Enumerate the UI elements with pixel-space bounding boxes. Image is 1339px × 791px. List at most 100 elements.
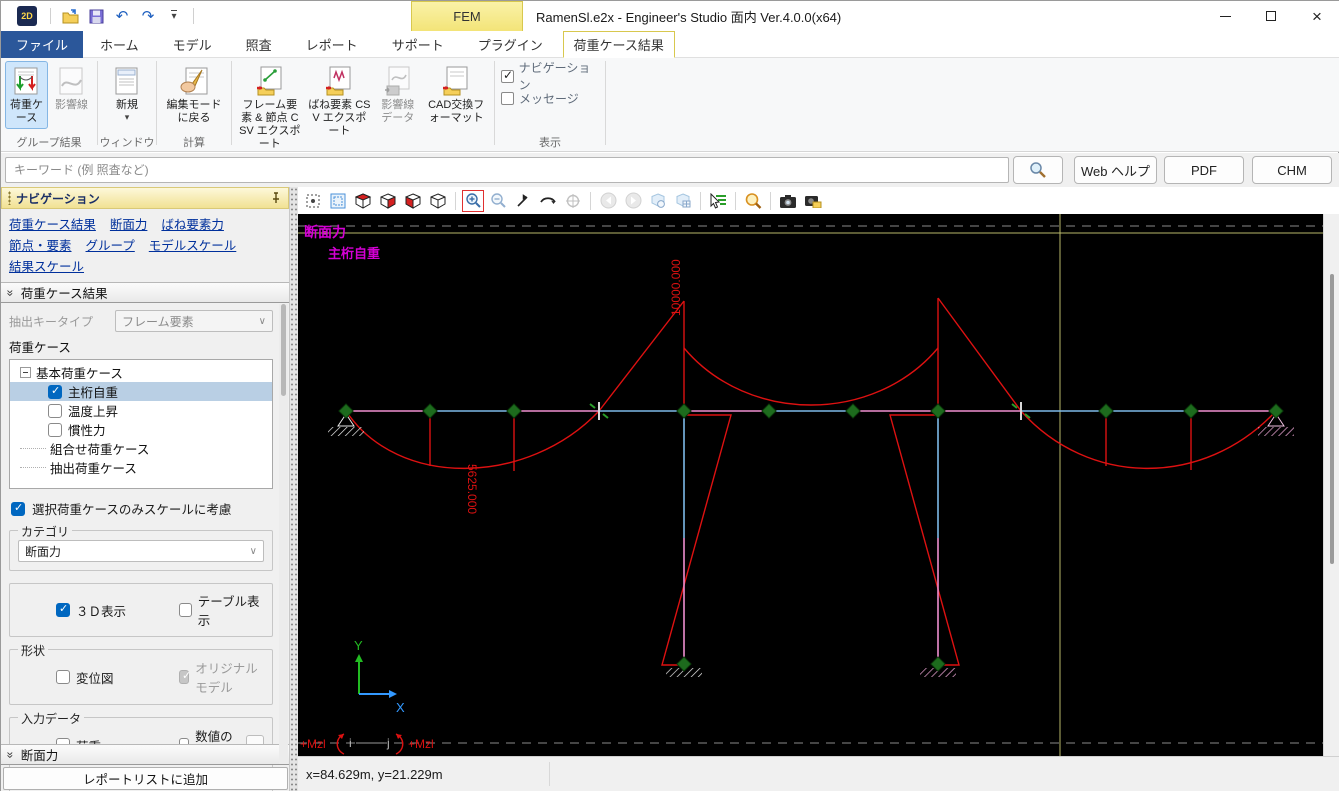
checkbox-unchecked-icon[interactable]	[48, 404, 62, 418]
load-case-button[interactable]: 荷重ケース	[5, 61, 48, 129]
open-icon[interactable]	[60, 6, 80, 26]
search-button[interactable]	[1013, 156, 1063, 184]
frame-csv-export-button[interactable]: フレーム要素 & 節点 CSV エクスポート	[236, 61, 304, 155]
link-load-case-results[interactable]: 荷重ケース結果	[9, 218, 96, 232]
snapshot-save-icon[interactable]	[802, 190, 824, 212]
view-previous-icon	[597, 190, 619, 212]
checkbox-unchecked-icon[interactable]	[48, 423, 62, 437]
navigation-panel-title: ナビゲーション	[16, 190, 270, 207]
rotate-icon[interactable]	[537, 190, 559, 212]
select-region-icon[interactable]	[302, 190, 324, 212]
spring-csv-export-button[interactable]: ばね要素 CSV エクスポート	[306, 61, 374, 142]
status-separator	[549, 762, 550, 786]
span-moment-value: 5625.000	[465, 464, 479, 514]
web-help-button[interactable]: Web ヘルプ	[1074, 156, 1157, 184]
influence-data-icon	[382, 65, 414, 97]
viewer-area: 断面力 主桁自重	[298, 187, 1339, 791]
minimize-button[interactable]	[1202, 1, 1248, 31]
toolbar-separator	[455, 192, 456, 210]
app-icon: 2D	[17, 6, 37, 26]
close-button[interactable]: ×	[1294, 1, 1339, 31]
back-to-edit-mode-button[interactable]: 編集モードに戻る	[161, 61, 227, 129]
axis-y-label: Y	[354, 638, 363, 653]
link-model-scale[interactable]: モデルスケール	[149, 239, 237, 253]
tab-check[interactable]: 照査	[229, 31, 289, 58]
ribbon-group-export: フレーム要素 & 節点 CSV エクスポート ばね要素 CSV エクスポート 影…	[232, 58, 494, 151]
contextual-tab-group: FEM	[411, 1, 523, 31]
new-window-button[interactable]: 新規 ▾	[102, 61, 152, 127]
tab-report[interactable]: レポート	[289, 31, 375, 58]
category-combobox[interactable]: 断面力∨	[18, 540, 264, 562]
tab-load-case-results[interactable]: 荷重ケース結果	[563, 31, 675, 58]
display-3d-checkbox[interactable]: ３Ｄ表示	[18, 601, 141, 620]
canvas-scrollbar[interactable]	[1323, 214, 1339, 756]
axes-triad: Y X	[354, 638, 405, 715]
scale-option-checkbox[interactable]: 選択荷重ケースのみスケールに考慮	[11, 499, 273, 518]
view-cube-ne-icon[interactable]	[402, 190, 424, 212]
link-nodes-elements[interactable]: 節点・要素	[9, 239, 72, 253]
chm-button[interactable]: CHM	[1252, 156, 1332, 184]
tree-item-girder-self-weight[interactable]: 主桁自重	[10, 382, 272, 401]
keyword-search-input[interactable]	[5, 157, 1009, 183]
panel-splitter[interactable]	[290, 187, 298, 791]
section-header-section-force[interactable]: » 断面力	[1, 744, 289, 765]
tree-item-basic-load-cases[interactable]: 基本荷重ケース	[10, 363, 272, 382]
tree-item-temperature-rise[interactable]: 温度上昇	[10, 401, 272, 420]
maximize-button[interactable]	[1248, 1, 1294, 31]
display-table-checkbox[interactable]: テーブル表示	[141, 591, 264, 629]
customize-quick-access-icon[interactable]: ▾	[164, 6, 184, 26]
axis-x-label: X	[396, 700, 405, 715]
group-label: ウィンドウ	[98, 134, 156, 151]
model-canvas[interactable]: 断面力 主桁自重	[298, 214, 1339, 756]
fit-view-icon[interactable]	[327, 190, 349, 212]
redo-icon[interactable]: ↷	[138, 6, 158, 26]
tree-item-inertia-force[interactable]: 慣性力	[10, 420, 272, 439]
panel-scrollbar[interactable]	[279, 304, 288, 764]
pick-result-icon[interactable]	[707, 190, 729, 212]
navigation-checkbox[interactable]: ナビゲーション	[501, 66, 599, 86]
section-header-load-case-results[interactable]: » 荷重ケース結果	[1, 282, 289, 303]
find-in-view-icon[interactable]	[742, 190, 764, 212]
panel-scrollbar-thumb[interactable]	[281, 304, 286, 396]
tab-file[interactable]: ファイル	[1, 31, 83, 58]
link-spring-force[interactable]: ばね要素力	[161, 218, 224, 232]
save-icon[interactable]	[86, 6, 106, 26]
cad-format-button[interactable]: CAD交換フォーマット	[422, 61, 490, 129]
checkbox-checked-icon[interactable]	[48, 385, 62, 399]
pdf-button[interactable]: PDF	[1164, 156, 1244, 184]
zoom-in-icon[interactable]	[462, 190, 484, 212]
tab-plugin[interactable]: プラグイン	[461, 31, 560, 58]
tab-support[interactable]: サポート	[375, 31, 461, 58]
canvas-scrollbar-thumb[interactable]	[1330, 274, 1334, 564]
separator	[50, 8, 51, 24]
group-label: 計算	[157, 134, 231, 151]
link-group[interactable]: グループ	[86, 239, 135, 253]
pin-icon[interactable]	[270, 192, 282, 204]
link-section-force[interactable]: 断面力	[110, 218, 148, 232]
link-result-scale[interactable]: 結果スケール	[9, 260, 84, 274]
tab-home[interactable]: ホーム	[83, 31, 156, 58]
tree-connector	[20, 448, 46, 449]
undo-icon[interactable]: ↶	[112, 6, 132, 26]
title-bar: 2D ↶ ↷ ▾ FEM RamenSl.e2x - Engineer's St…	[1, 1, 1339, 31]
canvas-category-label: 断面力	[304, 224, 346, 240]
tree-item-extract-load-cases[interactable]: 抽出荷重ケース	[10, 458, 272, 477]
tree-item-combined-load-cases[interactable]: 組合せ荷重ケース	[10, 439, 272, 458]
view-cube-wire-icon[interactable]	[427, 190, 449, 212]
snapshot-icon[interactable]	[777, 190, 799, 212]
zoom-out-icon[interactable]	[487, 190, 509, 212]
ribbon-group-calc: 編集モードに戻る 計算	[157, 58, 231, 151]
drag-grip-icon[interactable]	[8, 191, 11, 205]
zoom-grid-icon	[672, 190, 694, 212]
frame-csv-export-icon	[254, 65, 286, 97]
displacement-checkbox[interactable]: 変位図	[18, 658, 141, 696]
ribbon-group-results: 荷重ケース 影響線 グループ結果	[1, 58, 97, 151]
new-window-dropdown-icon[interactable]: ▾	[125, 112, 130, 123]
pan-icon[interactable]	[512, 190, 534, 212]
view-cube-sw-icon[interactable]	[377, 190, 399, 212]
collapse-expander-icon[interactable]	[20, 367, 31, 378]
tab-model[interactable]: モデル	[156, 31, 229, 58]
add-to-report-list-button[interactable]: レポートリストに追加	[3, 767, 288, 790]
load-case-tree: 基本荷重ケース 主桁自重 温度上昇 慣性力	[9, 359, 273, 489]
view-cube-se-icon[interactable]	[352, 190, 374, 212]
